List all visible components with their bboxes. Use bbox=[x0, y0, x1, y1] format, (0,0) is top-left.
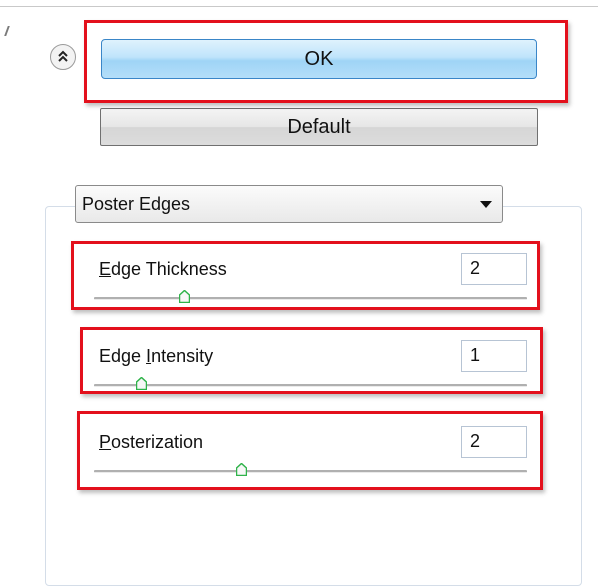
posterization-label: Posterization bbox=[99, 432, 204, 452]
posterization-slider-track[interactable] bbox=[94, 470, 527, 473]
posterization-input[interactable]: 2 bbox=[461, 426, 527, 458]
ok-button-label: OK bbox=[304, 47, 334, 70]
ok-button[interactable]: OK bbox=[101, 39, 537, 79]
edge-thickness-slider-track[interactable] bbox=[94, 297, 527, 300]
edge-intensity-control: Edge Intensity 1 bbox=[86, 334, 528, 396]
edge-thickness-control: Edge Thickness 2 bbox=[86, 247, 528, 309]
edge-intensity-slider-thumb[interactable] bbox=[136, 377, 148, 390]
posterization-control: Posterization 2 bbox=[86, 420, 528, 482]
filter-select[interactable]: Poster Edges bbox=[75, 185, 503, 223]
dropdown-arrow-icon[interactable] bbox=[480, 201, 492, 208]
double-chevron-up-icon bbox=[58, 50, 68, 62]
edge-intensity-label: Edge Intensity bbox=[99, 346, 214, 366]
posterization-slider-thumb[interactable] bbox=[235, 463, 247, 476]
window-top-border bbox=[0, 0, 598, 7]
default-button[interactable]: Default bbox=[100, 108, 538, 146]
edge-thickness-label: Edge Thickness bbox=[99, 259, 227, 279]
window-edge-mark bbox=[4, 26, 10, 36]
edge-intensity-slider-track[interactable] bbox=[94, 384, 527, 387]
default-button-label: Default bbox=[287, 115, 351, 138]
edge-intensity-input[interactable]: 1 bbox=[461, 340, 527, 372]
filter-select-value: Poster Edges bbox=[82, 193, 191, 214]
collapse-chevron-icon[interactable] bbox=[50, 44, 76, 70]
edge-thickness-slider-thumb[interactable] bbox=[179, 290, 191, 303]
edge-thickness-input[interactable]: 2 bbox=[461, 253, 527, 285]
